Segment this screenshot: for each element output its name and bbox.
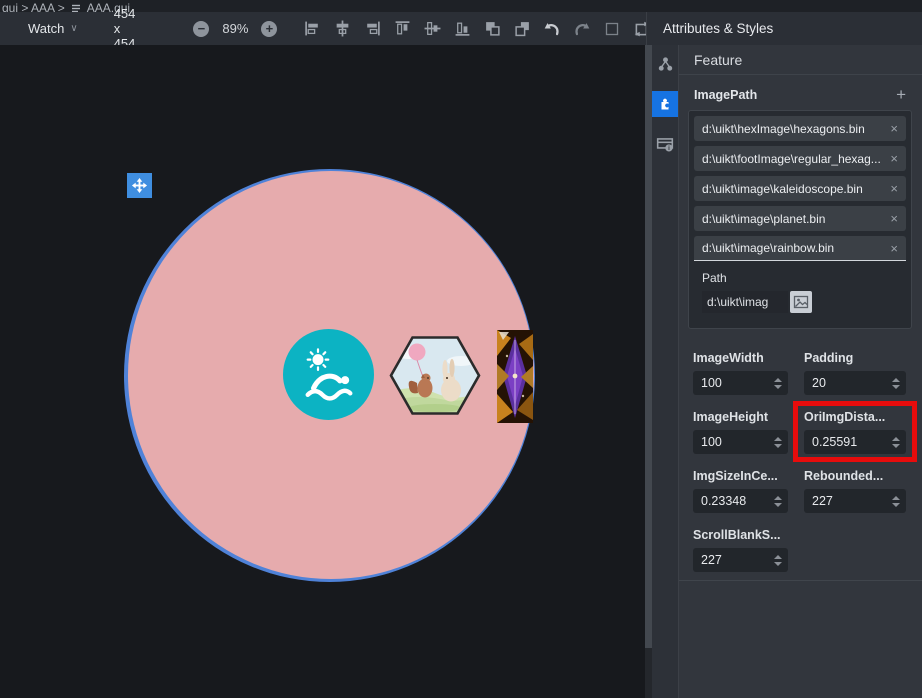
spinner-up-icon[interactable] (774, 496, 782, 500)
spinner-down-icon[interactable] (774, 503, 782, 507)
imagepath-item[interactable]: d:\uikt\image\planet.bin × (694, 206, 906, 231)
property-imagewidth: ImageWidth 100 (693, 351, 788, 395)
imagepath-item-selected[interactable]: d:\uikt\image\rainbow.bin × (694, 236, 906, 261)
alignment-toolbar (303, 20, 651, 38)
spinner-down-icon[interactable] (774, 562, 782, 566)
spinner-up-icon[interactable] (774, 555, 782, 559)
redo-icon[interactable] (573, 20, 591, 38)
zoom-in-button[interactable]: + (261, 21, 277, 37)
imgsizeincenter-field[interactable]: 0.23348 (693, 489, 788, 513)
kaleidoscope-image-item[interactable] (497, 330, 533, 423)
close-icon[interactable]: × (890, 181, 898, 196)
section-title: Feature (679, 45, 922, 75)
design-canvas[interactable] (0, 45, 645, 698)
spinner-up-icon[interactable] (892, 437, 900, 441)
align-right-icon[interactable] (363, 20, 381, 38)
scrollblanksize-field[interactable]: 227 (693, 548, 788, 572)
panel-tab-strip: i (652, 45, 678, 698)
spinner-up-icon[interactable] (892, 378, 900, 382)
attributes-panel: i Feature ImagePath + d:\uikt\hexImage\h… (652, 45, 922, 698)
path-input[interactable]: d:\uikt\imag (702, 291, 788, 313)
mode-dropdown-label: Watch (28, 21, 64, 36)
spinner-down-icon[interactable] (892, 444, 900, 448)
add-imagepath-button[interactable]: + (896, 88, 906, 102)
spinner-down-icon[interactable] (892, 385, 900, 389)
picture-icon (793, 294, 809, 310)
file-icon (71, 3, 81, 12)
imageheight-field[interactable]: 100 (693, 430, 788, 454)
toolbar: Watch ∨ 454 x 454 − 89% + (0, 12, 646, 45)
svg-text:i: i (668, 145, 670, 152)
padding-field[interactable]: 20 (804, 371, 906, 395)
close-icon[interactable]: × (890, 121, 898, 136)
imagepath-item[interactable]: d:\uikt\footImage\regular_hexag... × (694, 146, 906, 171)
align-bottom-icon[interactable] (453, 20, 471, 38)
swim-image-item[interactable] (283, 329, 374, 420)
bring-forward-icon[interactable] (483, 20, 501, 38)
close-icon[interactable]: × (890, 211, 898, 226)
property-grid: ImageWidth 100 Padding 20 ImageHeight (693, 351, 906, 572)
imagepath-label: ImagePath (694, 88, 757, 102)
align-left-icon[interactable] (303, 20, 321, 38)
imagepath-item[interactable]: d:\uikt\hexImage\hexagons.bin × (694, 116, 906, 141)
close-icon[interactable]: × (890, 241, 898, 256)
nodes-icon (657, 56, 674, 73)
imagepath-list: d:\uikt\hexImage\hexagons.bin × d:\uikt\… (688, 110, 912, 329)
send-backward-icon[interactable] (513, 20, 531, 38)
tab-info[interactable]: i (652, 131, 678, 157)
imagepath-item[interactable]: d:\uikt\image\kaleidoscope.bin × (694, 176, 906, 201)
image-picker-button[interactable] (790, 291, 812, 313)
panel-divider (679, 580, 922, 581)
marquee-select-icon[interactable] (603, 20, 621, 38)
zoom-level-label: 89% (222, 21, 248, 36)
rebounded-field[interactable]: 227 (804, 489, 906, 513)
puzzle-icon (657, 96, 673, 112)
property-oriimgdistance: OriImgDista... 0.25591 (804, 410, 906, 454)
align-top-icon[interactable] (393, 20, 411, 38)
align-center-horizontal-icon[interactable] (333, 20, 351, 38)
move-handle[interactable] (127, 173, 152, 198)
property-padding: Padding 20 (804, 351, 906, 395)
path-label: Path (702, 271, 902, 285)
spinner-down-icon[interactable] (774, 385, 782, 389)
gui-editor-window: gui > AAA > AAA.gui Watch ∨ 454 x 454 − … (0, 0, 922, 698)
spinner-up-icon[interactable] (774, 437, 782, 441)
canvas-vertical-scrollbar (645, 45, 652, 698)
spinner-down-icon[interactable] (774, 444, 782, 448)
tab-hierarchy[interactable] (652, 51, 678, 77)
imagewidth-field[interactable]: 100 (693, 371, 788, 395)
breadcrumb: gui > AAA > AAA.gui (0, 0, 922, 12)
scrollbar-thumb[interactable] (645, 45, 652, 648)
chevron-down-icon: ∨ (70, 23, 77, 34)
property-imageheight: ImageHeight 100 (693, 410, 788, 454)
spinner-up-icon[interactable] (774, 378, 782, 382)
spinner-up-icon[interactable] (892, 496, 900, 500)
align-center-vertical-icon[interactable] (423, 20, 441, 38)
oriimgdistance-field[interactable]: 0.25591 (804, 430, 906, 454)
undo-icon[interactable] (543, 20, 561, 38)
property-rebounded: Rebounded... 227 (804, 469, 906, 513)
panel-content: Feature ImagePath + d:\uikt\hexImage\hex… (678, 45, 922, 698)
swimmer-sun-icon (296, 342, 362, 408)
move-icon (131, 177, 148, 194)
zoom-out-button[interactable]: − (193, 21, 209, 37)
spinner-down-icon[interactable] (892, 503, 900, 507)
tab-feature[interactable] (652, 91, 678, 117)
mode-dropdown[interactable]: Watch ∨ (28, 21, 78, 36)
hexagon-image-item[interactable] (389, 331, 481, 420)
panel-info-icon: i (656, 135, 674, 153)
panel-title: Attributes & Styles (646, 12, 922, 45)
property-scrollblanksize: ScrollBlankS... 227 (693, 528, 788, 572)
property-imgsizeincenter: ImgSizeInCe... 0.23348 (693, 469, 788, 513)
breadcrumb-path[interactable]: gui > AAA > (2, 1, 65, 12)
close-icon[interactable]: × (890, 151, 898, 166)
